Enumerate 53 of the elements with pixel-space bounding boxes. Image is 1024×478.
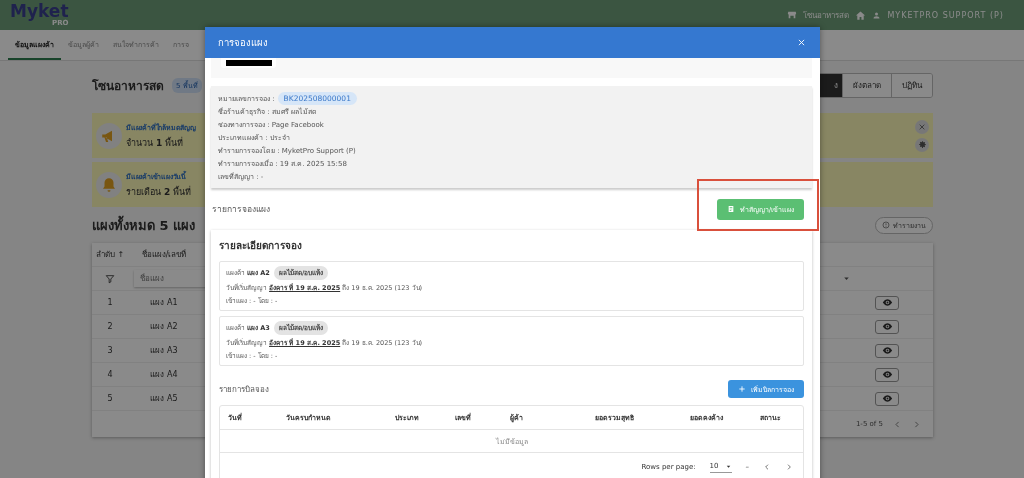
user-icon bbox=[872, 10, 882, 20]
table-cell-text: แผง A2 bbox=[149, 321, 179, 333]
card-title: รายละเอียดการจอง bbox=[219, 239, 303, 253]
alert-text: จำนวน 1 พื้นที่ bbox=[126, 136, 184, 150]
info-icon bbox=[882, 221, 890, 229]
document-icon bbox=[726, 205, 735, 213]
settings-button[interactable] bbox=[915, 137, 929, 152]
filter-icon bbox=[105, 273, 115, 284]
zone-title: โซนอาหารสด bbox=[92, 77, 164, 95]
view-button[interactable] bbox=[875, 391, 899, 406]
eye-icon bbox=[881, 297, 893, 308]
section-title: รายการจองแผง bbox=[212, 203, 270, 216]
redacted-block bbox=[225, 60, 272, 66]
table-cell-text: แผง A3 bbox=[149, 345, 179, 357]
eye-icon bbox=[881, 321, 893, 332]
plus-icon bbox=[738, 385, 746, 393]
user-menu[interactable]: MYKETPRO SUPPORT (P) bbox=[887, 10, 1004, 20]
close-button[interactable] bbox=[797, 38, 806, 47]
bell-icon bbox=[100, 175, 118, 194]
table-cell-text: แผง A5 bbox=[149, 393, 179, 405]
caret-icon[interactable] bbox=[842, 274, 851, 283]
table-cell-text: 4 bbox=[106, 370, 114, 379]
eye-icon bbox=[881, 369, 893, 380]
chevron-left-icon[interactable] bbox=[763, 462, 771, 471]
logo-text: Myket bbox=[10, 3, 69, 20]
home-icon[interactable] bbox=[855, 9, 867, 21]
view-toggle-button[interactable]: ปฏิทิน bbox=[891, 73, 932, 97]
view-button[interactable] bbox=[875, 343, 899, 358]
column-header[interactable]: ลำดับ ↑ bbox=[92, 248, 128, 261]
table-cell-text: 1 bbox=[106, 298, 114, 307]
stalls-heading: แผงทั้งหมด 5 แผง bbox=[92, 214, 196, 235]
close-icon bbox=[918, 122, 926, 131]
zone-link[interactable]: โซนอาหารสด bbox=[803, 8, 850, 22]
eye-icon bbox=[881, 345, 893, 356]
store-icon bbox=[787, 10, 798, 20]
alert-text: รายเดือน 2 พื้นที่ bbox=[126, 185, 191, 199]
close-icon bbox=[797, 38, 806, 47]
eye-icon bbox=[881, 393, 893, 404]
view-toggle-button[interactable]: ผังตลาด bbox=[842, 73, 891, 97]
dialog-title: การจองแผง bbox=[218, 36, 268, 50]
view-button[interactable] bbox=[875, 367, 899, 382]
chevron-right-icon[interactable] bbox=[785, 462, 793, 471]
column-header[interactable]: ชื่อแผง/เลขที่ bbox=[128, 248, 200, 261]
section-title: รายการบิลจอง bbox=[219, 383, 269, 396]
settings-icon bbox=[917, 140, 927, 149]
view-button[interactable] bbox=[875, 319, 899, 334]
table-cell-text: แผง A4 bbox=[149, 369, 179, 381]
table-cell-text: แผง A1 bbox=[149, 297, 179, 309]
close-button[interactable] bbox=[915, 119, 929, 134]
table-cell-text: 3 bbox=[106, 346, 114, 355]
table-cell-text: 2 bbox=[106, 322, 114, 331]
view-button[interactable] bbox=[875, 295, 899, 310]
table-cell-text: 5 bbox=[106, 394, 114, 403]
